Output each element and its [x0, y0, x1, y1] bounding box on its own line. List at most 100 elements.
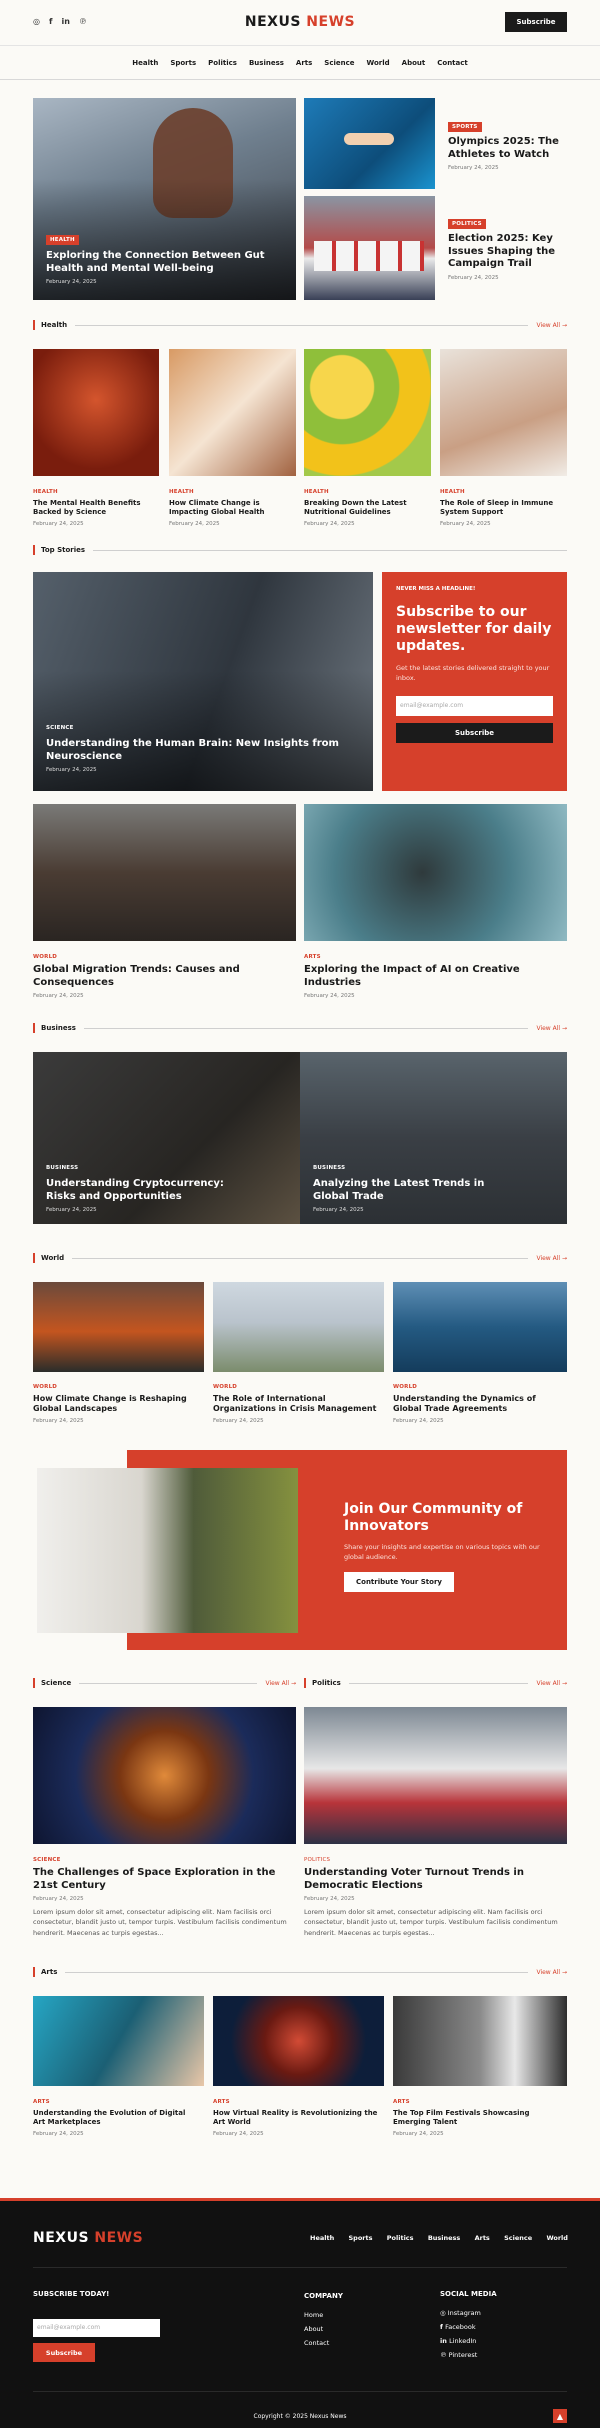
politics-image[interactable]	[304, 1707, 567, 1844]
business-view-all[interactable]: View All →	[536, 1025, 567, 1032]
subscribe-button[interactable]: Subscribe	[505, 12, 567, 32]
footer-nav-science[interactable]: Science	[504, 2234, 532, 2242]
nav-world[interactable]: World	[367, 59, 390, 67]
card-title[interactable]: Breaking Down the Latest Nutritional Gui…	[304, 499, 431, 517]
card-title[interactable]: Exploring the Impact of AI on Creative I…	[304, 964, 554, 989]
top-card-1-image[interactable]	[33, 804, 296, 941]
newsletter-email-input[interactable]: email@example.com	[396, 695, 553, 716]
footer-link-home[interactable]: Home	[304, 2311, 343, 2319]
hero-card[interactable]: HEALTH Exploring the Connection Between …	[33, 98, 296, 300]
footer-link-contact[interactable]: Contact	[304, 2339, 343, 2347]
arts-view-all[interactable]: View All →	[536, 1969, 567, 1976]
footer-nav-politics[interactable]: Politics	[387, 2234, 414, 2242]
hero-tag[interactable]: HEALTH	[46, 235, 79, 245]
nav-science[interactable]: Science	[324, 59, 354, 67]
side1-title[interactable]: Olympics 2025: The Athletes to Watch	[448, 136, 568, 161]
business-title[interactable]: Understanding Cryptocurrency: Risks and …	[46, 1178, 246, 1203]
card-category[interactable]: HEALTH	[440, 489, 567, 495]
business-tag[interactable]: BUSINESS	[46, 1165, 78, 1171]
arts-card-2-image[interactable]	[213, 1996, 384, 2086]
card-title[interactable]: Understanding the Evolution of Digital A…	[33, 2109, 198, 2127]
business-tag[interactable]: BUSINESS	[313, 1165, 345, 1171]
footer-email-input[interactable]: email@example.com	[33, 2319, 160, 2337]
card-title[interactable]: The Challenges of Space Exploration in t…	[33, 1867, 296, 1892]
card-category[interactable]: ARTS	[393, 2099, 567, 2105]
footer-instagram[interactable]: ◎ Instagram	[440, 2309, 497, 2317]
top-card-2-image[interactable]	[304, 804, 567, 941]
newsletter-subscribe-button[interactable]: Subscribe	[396, 722, 553, 743]
footer-nav-arts[interactable]: Arts	[475, 2234, 490, 2242]
business-date: February 24, 2025	[313, 1207, 364, 1213]
nav-about[interactable]: About	[402, 59, 426, 67]
nav-health[interactable]: Health	[132, 59, 158, 67]
health-card-4-image[interactable]	[440, 349, 567, 476]
side-story-2-image[interactable]	[304, 196, 435, 300]
card-title[interactable]: How Virtual Reality is Revolutionizing t…	[213, 2109, 381, 2127]
top-feature-card[interactable]: SCIENCE Understanding the Human Brain: N…	[33, 572, 373, 791]
card-category[interactable]: ARTS	[33, 2099, 198, 2105]
card-title[interactable]: The Mental Health Benefits Backed by Sci…	[33, 499, 159, 517]
card-title[interactable]: Understanding Voter Turnout Trends in De…	[304, 1867, 567, 1892]
arts-card-1-image[interactable]	[33, 1996, 204, 2086]
footer-subscribe-button[interactable]: Subscribe	[33, 2343, 95, 2362]
nav-contact[interactable]: Contact	[437, 59, 468, 67]
back-to-top-button[interactable]: ▲	[553, 2409, 567, 2423]
card-category[interactable]: WORLD	[33, 1384, 198, 1390]
nav-arts[interactable]: Arts	[296, 59, 312, 67]
nav-politics[interactable]: Politics	[208, 59, 237, 67]
side1-tag[interactable]: SPORTS	[448, 122, 482, 132]
card-category[interactable]: WORLD	[393, 1384, 567, 1390]
world-card-1-image[interactable]	[33, 1282, 204, 1372]
top-feature-tag[interactable]: SCIENCE	[46, 725, 74, 731]
footer-link-about[interactable]: About	[304, 2325, 343, 2333]
card-category[interactable]: HEALTH	[304, 489, 431, 495]
footer-nav-business[interactable]: Business	[428, 2234, 460, 2242]
card-title[interactable]: The Role of Sleep in Immune System Suppo…	[440, 499, 567, 517]
card-category[interactable]: HEALTH	[33, 489, 159, 495]
hero-title[interactable]: Exploring the Connection Between Gut Hea…	[46, 250, 266, 275]
politics-view-all[interactable]: View All →	[536, 1680, 567, 1687]
card-title[interactable]: Understanding the Dynamics of Global Tra…	[393, 1394, 567, 1414]
side2-title[interactable]: Election 2025: Key Issues Shaping the Ca…	[448, 233, 568, 271]
footer-nav-health[interactable]: Health	[310, 2234, 334, 2242]
world-card-3-image[interactable]	[393, 1282, 567, 1372]
card-title[interactable]: The Top Film Festivals Showcasing Emergi…	[393, 2109, 567, 2127]
health-card-2-image[interactable]	[169, 349, 296, 476]
card-category[interactable]: ARTS	[213, 2099, 381, 2105]
health-view-all[interactable]: View All →	[536, 322, 567, 329]
world-card-2-image[interactable]	[213, 1282, 384, 1372]
footer-nav-world[interactable]: World	[546, 2234, 568, 2242]
contribute-button[interactable]: Contribute Your Story	[344, 1572, 454, 1593]
side2-tag[interactable]: POLITICS	[448, 219, 486, 229]
science-image[interactable]	[33, 1707, 296, 1844]
footer-facebook[interactable]: f Facebook	[440, 2323, 497, 2331]
nav-sports[interactable]: Sports	[170, 59, 196, 67]
world-view-all[interactable]: View All →	[536, 1255, 567, 1262]
business-card-1[interactable]: BUSINESS Understanding Cryptocurrency: R…	[33, 1052, 300, 1224]
card-category[interactable]: WORLD	[213, 1384, 381, 1390]
politics-section-header: Politics View All →	[304, 1677, 567, 1689]
card-category[interactable]: POLITICS	[304, 1857, 567, 1863]
nav-business[interactable]: Business	[249, 59, 284, 67]
science-view-all[interactable]: View All →	[265, 1680, 296, 1687]
health-card-3-image[interactable]	[304, 349, 431, 476]
card-category[interactable]: ARTS	[304, 954, 554, 960]
card-category[interactable]: SCIENCE	[33, 1857, 296, 1863]
footer-linkedin[interactable]: in LinkedIn	[440, 2337, 497, 2345]
business-card-2[interactable]: BUSINESS Analyzing the Latest Trends in …	[300, 1052, 567, 1224]
card-category[interactable]: HEALTH	[169, 489, 296, 495]
business-title[interactable]: Analyzing the Latest Trends in Global Tr…	[313, 1178, 513, 1203]
footer-pinterest[interactable]: ℗ Pinterest	[440, 2351, 497, 2359]
card-title[interactable]: How Climate Change is Impacting Global H…	[169, 499, 296, 517]
health-card-1-image[interactable]	[33, 349, 159, 476]
top-feature-title[interactable]: Understanding the Human Brain: New Insig…	[46, 738, 346, 763]
side2-date: February 24, 2025	[448, 274, 499, 281]
side-story-1-image[interactable]	[304, 98, 435, 189]
card-title[interactable]: Global Migration Trends: Causes and Cons…	[33, 964, 283, 989]
arts-card-3-image[interactable]	[393, 1996, 567, 2086]
footer-logo[interactable]: NEXUS NEWS	[33, 2230, 143, 2246]
card-category[interactable]: WORLD	[33, 954, 283, 960]
card-title[interactable]: The Role of International Organizations …	[213, 1394, 381, 1414]
footer-nav-sports[interactable]: Sports	[349, 2234, 373, 2242]
card-title[interactable]: How Climate Change is Reshaping Global L…	[33, 1394, 198, 1414]
